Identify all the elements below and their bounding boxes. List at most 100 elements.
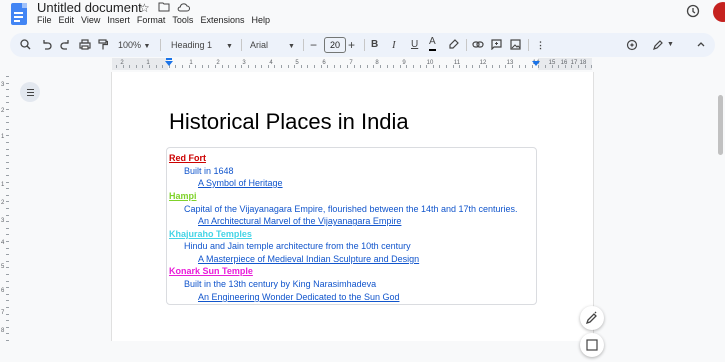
- bold-button[interactable]: B: [371, 33, 378, 57]
- increase-font-size-button[interactable]: +: [348, 33, 355, 57]
- ruler-tick: [175, 65, 177, 68]
- first-line-indent-marker[interactable]: [166, 58, 172, 60]
- side-panel-button[interactable]: [580, 333, 604, 357]
- horizontal-ruler[interactable]: 2 1 1 2 3 4 5 6 7 8 9 10 11 12 13 14 15 …: [112, 58, 593, 70]
- menu-help[interactable]: Help: [251, 15, 270, 25]
- print-icon[interactable]: [79, 33, 91, 57]
- suggest-edits-button[interactable]: [580, 306, 604, 330]
- ruler-tick: [6, 241, 9, 242]
- text-color-button[interactable]: A: [429, 33, 436, 51]
- editing-mode-icon[interactable]: [652, 33, 664, 57]
- ruler-tick: [584, 65, 586, 68]
- ruler-number: 1: [189, 60, 193, 66]
- ruler-tick: [6, 280, 9, 282]
- left-indent-marker[interactable]: [165, 61, 173, 66]
- ruler-tick: [6, 155, 9, 157]
- ruler-tick: [6, 293, 9, 295]
- redo-icon[interactable]: [60, 33, 71, 57]
- ruler-tick: [221, 65, 223, 68]
- toolbar: 100% ▼ Heading 1 ▼ Arial ▼ − 20 + B I U A …: [10, 33, 715, 57]
- document-outline-button[interactable]: [20, 82, 40, 102]
- place-title-konark[interactable]: Konark Sun Temple: [169, 266, 253, 276]
- document-heading[interactable]: Historical Places in India: [169, 109, 409, 135]
- ruler-tick: [518, 65, 520, 68]
- ruler-tick: [591, 65, 593, 68]
- menu-extensions[interactable]: Extensions: [200, 15, 244, 25]
- cloud-status-icon[interactable]: [177, 1, 190, 15]
- ruler-tick: [6, 135, 9, 137]
- paint-format-icon[interactable]: [98, 33, 108, 57]
- ruler-tick: [6, 234, 9, 236]
- docs-logo-icon[interactable]: [11, 3, 27, 25]
- menu-tools[interactable]: Tools: [172, 15, 193, 25]
- ruler-tick: [6, 287, 9, 289]
- ruler-tick: [545, 65, 546, 68]
- place-link[interactable]: A Symbol of Heritage: [198, 178, 283, 188]
- place-title-hampi[interactable]: Hampi: [169, 191, 197, 201]
- ruler-tick: [6, 333, 9, 335]
- menu-insert[interactable]: Insert: [107, 15, 130, 25]
- ruler-tick: [386, 65, 388, 68]
- search-menus-icon[interactable]: [20, 33, 31, 57]
- place-link[interactable]: An Architectural Marvel of the Vijayanag…: [198, 216, 401, 226]
- more-options-icon[interactable]: ⋮: [536, 33, 545, 57]
- folder-move-icon[interactable]: [158, 1, 170, 15]
- insert-image-icon[interactable]: [510, 33, 521, 57]
- ruler-tick: [333, 65, 335, 68]
- chevron-down-icon[interactable]: ▼: [667, 33, 674, 57]
- underline-button[interactable]: U: [411, 33, 418, 57]
- place-title-khajuraho[interactable]: Khajuraho Temples: [169, 229, 252, 239]
- ruler-tick: [6, 247, 9, 249]
- collapse-toolbar-icon[interactable]: [696, 33, 706, 57]
- ruler-tick: [261, 65, 263, 68]
- italic-button[interactable]: I: [392, 33, 396, 57]
- place-link[interactable]: A Masterpiece of Medieval Indian Sculptu…: [198, 254, 419, 264]
- place-link[interactable]: An Engineering Wonder Dedicated to the S…: [198, 292, 399, 302]
- ruler-tick: [439, 65, 441, 68]
- ruler-tick: [6, 109, 9, 110]
- insert-link-icon[interactable]: [472, 33, 484, 57]
- star-icon[interactable]: ☆: [139, 1, 150, 15]
- vertical-ruler[interactable]: 3 2 1 1 2 3 4 5 6 7 8: [0, 72, 10, 341]
- document-title[interactable]: Untitled document: [37, 0, 142, 15]
- ruler-tick: [419, 65, 421, 68]
- font-select[interactable]: Arial ▼: [250, 33, 295, 57]
- zoom-select[interactable]: 100% ▼: [118, 33, 150, 57]
- menu-bar: File Edit View Insert Format Tools Extensions H…: [37, 15, 277, 25]
- ruler-tick: [373, 65, 375, 68]
- gemini-assist-icon[interactable]: [626, 33, 638, 57]
- version-history-icon[interactable]: [686, 4, 700, 18]
- ruler-tick: [426, 65, 428, 68]
- style-select[interactable]: Heading 1 ▼: [171, 33, 233, 57]
- ruler-tick: [300, 65, 302, 68]
- avatar[interactable]: [713, 2, 725, 22]
- menu-file[interactable]: File: [37, 15, 52, 25]
- ruler-tick: [353, 65, 355, 68]
- highlight-color-icon[interactable]: [448, 33, 459, 57]
- ruler-tick: [6, 142, 9, 143]
- place-detail: Capital of the Vijayanagara Empire, flou…: [184, 204, 518, 214]
- font-size-input[interactable]: 20: [324, 37, 346, 53]
- ruler-tick: [254, 65, 256, 68]
- ruler-tick: [208, 65, 210, 68]
- menu-edit[interactable]: Edit: [59, 15, 75, 25]
- menu-view[interactable]: View: [81, 15, 100, 25]
- add-comment-icon[interactable]: [491, 33, 502, 57]
- place-title-red-fort[interactable]: Red Fort: [169, 153, 206, 163]
- ruler-tick: [6, 320, 9, 322]
- menu-format[interactable]: Format: [137, 15, 166, 25]
- font-value: Arial: [250, 40, 269, 50]
- ruler-tick: [498, 65, 500, 68]
- vertical-scrollbar[interactable]: [718, 95, 723, 155]
- undo-icon[interactable]: [41, 33, 52, 57]
- ruler-tick: [6, 188, 9, 190]
- decrease-font-size-button[interactable]: −: [310, 33, 317, 57]
- ruler-tick: [512, 65, 513, 68]
- ruler-tick: [6, 300, 9, 302]
- ruler-number: 4: [269, 60, 273, 66]
- chevron-down-icon: ▼: [288, 43, 295, 50]
- ruler-tick: [479, 65, 480, 68]
- ruler-tick: [294, 65, 296, 68]
- right-indent-marker[interactable]: [532, 61, 540, 66]
- ruler-tick: [116, 65, 117, 68]
